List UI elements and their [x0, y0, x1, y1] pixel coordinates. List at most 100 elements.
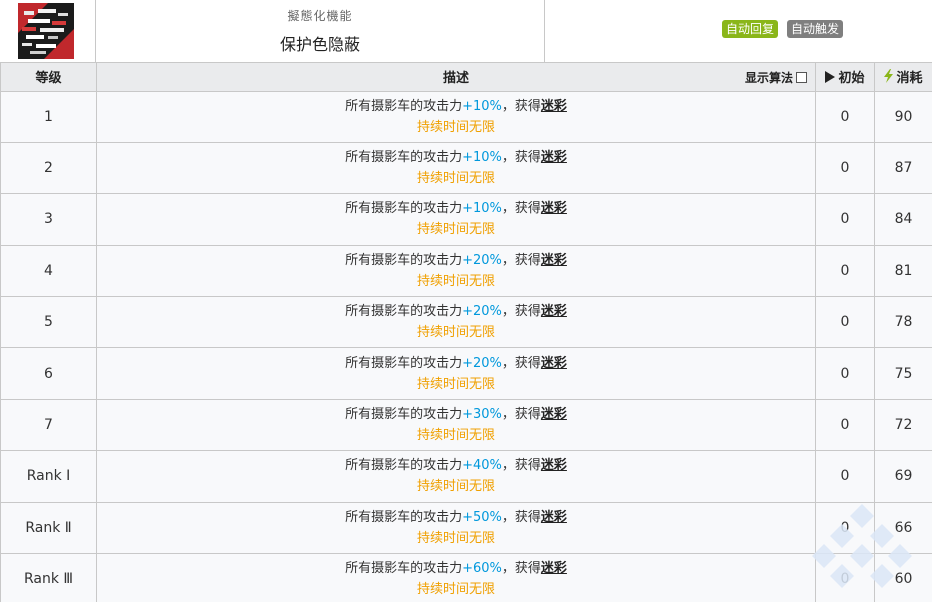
skill-icon-cell	[0, 0, 96, 63]
show-algorithm-checkbox[interactable]	[796, 72, 807, 83]
sp-cost-cell: 66	[874, 501, 932, 555]
desc-cell: 所有摄影车的攻击力+20%，获得迷彩 持续时间无限	[96, 347, 816, 400]
attack-bonus-value: +10%	[462, 150, 502, 166]
desc-middle: ，获得	[501, 509, 541, 525]
level-cell: 6	[0, 347, 97, 400]
desc-middle: ，获得	[501, 98, 541, 114]
desc-middle: ，获得	[501, 407, 541, 423]
camouflage-keyword[interactable]: 迷彩	[541, 201, 567, 216]
lightning-icon	[884, 69, 894, 84]
sp-cost-cell: 81	[874, 244, 932, 298]
desc-prefix: 所有摄影车的攻击力	[345, 407, 463, 423]
duration-text: 持续时间无限	[416, 479, 495, 495]
duration-text: 持续时间无限	[416, 119, 495, 135]
desc-column-header: 描述 显示算法	[96, 63, 816, 92]
attack-bonus-value: +20%	[462, 304, 502, 320]
desc-middle: ，获得	[501, 304, 541, 320]
desc-effect: 所有摄影车的攻击力+20%，获得迷彩	[97, 250, 815, 271]
desc-effect: 所有摄影车的攻击力+40%，获得迷彩	[97, 455, 815, 476]
level-cell: Rank Ⅲ	[0, 553, 97, 602]
init-sp-cell: 0	[815, 347, 875, 400]
desc-cell: 所有摄影车的攻击力+50%，获得迷彩持续时间无限	[96, 501, 816, 555]
level-cell: 5	[0, 296, 97, 349]
init-sp-cell: 0	[815, 296, 875, 349]
init-sp-cell: 0	[815, 450, 875, 503]
init-sp-cell: 0	[815, 90, 875, 143]
desc-prefix: 所有摄影车的攻击力	[345, 150, 463, 166]
attack-bonus-value: +60%	[462, 561, 502, 577]
attack-bonus-value: +50%	[462, 509, 502, 525]
skill-name-cell: 擬態化機能 保护色隐蔽	[96, 0, 545, 63]
duration-text: 持续时间无限	[416, 222, 495, 238]
desc-prefix: 所有摄影车的攻击力	[345, 561, 463, 577]
desc-cell: 所有摄影车的攻击力+20%，获得迷彩 持续时间无限	[96, 296, 816, 349]
show-algorithm-label: 显示算法	[744, 71, 793, 85]
camouflage-keyword[interactable]: 迷彩	[541, 304, 567, 319]
sp-cost-cell: 87	[874, 141, 932, 195]
camouflage-keyword[interactable]: 迷彩	[541, 253, 567, 268]
attack-bonus-value: +20%	[462, 355, 502, 371]
desc-middle: ，获得	[501, 252, 541, 268]
desc-cell: 所有摄影车的攻击力+10%，获得迷彩持续时间无限	[96, 141, 816, 195]
skill-subtitle: 擬態化機能	[287, 9, 353, 23]
duration-text: 持续时间无限	[416, 530, 495, 546]
desc-prefix: 所有摄影车的攻击力	[345, 509, 463, 525]
show-algorithm-toggle[interactable]: 显示算法	[745, 69, 807, 86]
camouflage-keyword[interactable]: 迷彩	[541, 458, 567, 473]
recovery-type-tag: 自动回复	[721, 20, 778, 38]
desc-column-label: 描述	[442, 71, 469, 87]
desc-cell: 所有摄影车的攻击力+10%，获得迷彩 持续时间无限	[96, 193, 816, 246]
camouflage-keyword[interactable]: 迷彩	[541, 407, 567, 422]
table-row: Rank Ⅰ 所有摄影车的攻击力+40%，获得迷彩 持续时间无限 0 69	[0, 450, 932, 503]
table-row: Rank Ⅲ 所有摄影车的攻击力+60%，获得迷彩 持续时间无限 0 60	[0, 553, 932, 602]
sp-cost-cell: 90	[874, 90, 932, 143]
desc-prefix: 所有摄影车的攻击力	[345, 98, 463, 114]
level-column-header: 等级	[0, 63, 97, 92]
desc-middle: ，获得	[501, 201, 541, 217]
skill-header: 擬態化機能 保护色隐蔽 自动回复 自动触发	[0, 0, 932, 63]
sp-cost-cell: 69	[874, 450, 932, 503]
desc-effect: 所有摄影车的攻击力+30%，获得迷彩	[97, 404, 815, 425]
table-row: 2 所有摄影车的攻击力+10%，获得迷彩 持续时间无限 0 87	[0, 141, 932, 195]
table-header-row: 等级 描述 显示算法 初始 消耗	[0, 63, 932, 92]
init-column-header: 初始	[815, 63, 875, 92]
desc-cell: 所有摄影车的攻击力+10%，获得迷彩 持续时间无限	[96, 90, 816, 143]
desc-cell: 所有摄影车的攻击力+40%，获得迷彩持续时间无限	[96, 450, 816, 503]
camouflage-keyword[interactable]: 迷彩	[541, 150, 567, 165]
level-cell: 2	[0, 141, 97, 195]
sp-cost-cell: 84	[874, 193, 932, 246]
level-cell: 1	[0, 90, 97, 143]
attack-bonus-value: +20%	[462, 252, 502, 268]
play-icon	[825, 71, 836, 84]
skill-camouflage-icon	[18, 3, 74, 59]
camouflage-keyword[interactable]: 迷彩	[541, 356, 567, 371]
desc-effect: 所有摄影车的攻击力+10%，获得迷彩	[97, 147, 815, 168]
skill-level-table: 等级 描述 显示算法 初始 消耗 1 所有摄影车的攻击力+10%，获得迷彩 持续时间…	[0, 63, 932, 602]
table-row: Rank Ⅱ 所有摄影车的攻击力+50%，获得迷彩 持续时间无限 0 66	[0, 501, 932, 555]
duration-text: 持续时间无限	[416, 582, 495, 598]
desc-prefix: 所有摄影车的攻击力	[345, 355, 463, 371]
attack-bonus-value: +30%	[462, 407, 502, 423]
table-row: 3 所有摄影车的攻击力+10%，获得迷彩 持续时间无限 0 84	[0, 193, 932, 246]
desc-effect: 所有摄影车的攻击力+50%，获得迷彩	[97, 507, 815, 528]
desc-cell: 所有摄影车的攻击力+20%，获得迷彩 持续时间无限	[96, 244, 816, 298]
level-cell: 4	[0, 244, 97, 298]
desc-middle: ，获得	[501, 458, 541, 474]
camouflage-keyword[interactable]: 迷彩	[541, 561, 567, 576]
duration-text: 持续时间无限	[416, 171, 495, 187]
init-sp-cell: 0	[815, 141, 875, 195]
desc-cell: 所有摄影车的攻击力+30%，获得迷彩 持续时间无限	[96, 398, 816, 452]
table-row: 6 所有摄影车的攻击力+20%，获得迷彩 持续时间无限 0 75	[0, 347, 932, 400]
desc-effect: 所有摄影车的攻击力+60%，获得迷彩	[97, 558, 815, 579]
desc-prefix: 所有摄影车的攻击力	[345, 252, 463, 268]
skill-tags: 自动回复 自动触发	[721, 20, 843, 38]
camouflage-keyword[interactable]: 迷彩	[541, 510, 567, 525]
level-cell: 3	[0, 193, 97, 246]
skill-name: 保护色隐蔽	[279, 35, 360, 54]
desc-effect: 所有摄影车的攻击力+20%，获得迷彩	[97, 353, 815, 374]
init-sp-cell: 0	[815, 244, 875, 298]
table-row: 4 所有摄影车的攻击力+20%，获得迷彩 持续时间无限 0 81	[0, 244, 932, 298]
camouflage-keyword[interactable]: 迷彩	[541, 99, 567, 114]
table-row: 5 所有摄影车的攻击力+20%，获得迷彩 持续时间无限 0 78	[0, 296, 932, 349]
level-cell: Rank Ⅱ	[0, 501, 97, 555]
